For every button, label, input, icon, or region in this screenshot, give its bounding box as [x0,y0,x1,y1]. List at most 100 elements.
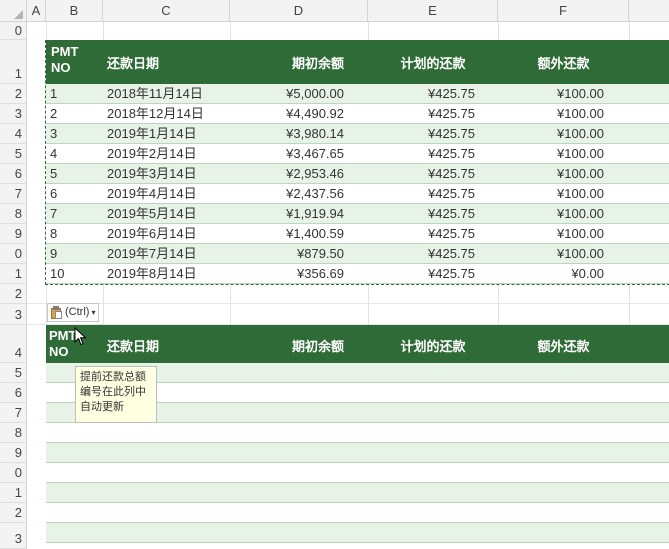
pmt-no-cell[interactable]: 7 [50,204,57,224]
extra-payment-cell[interactable]: ¥100.00 [498,104,604,124]
table-row[interactable] [46,443,669,463]
table-row[interactable]: 10 2019年8月14日 ¥356.69 ¥425.75 ¥0.00 [46,264,669,284]
row-header[interactable]: 9 [0,444,22,462]
row-header[interactable]: 0 [0,245,22,263]
payment-date-cell[interactable]: 2018年12月14日 [107,104,204,124]
column-header-e[interactable]: E [368,0,498,22]
payment-date-cell[interactable]: 2019年8月14日 [107,264,197,284]
pmt-no-cell[interactable]: 10 [50,264,64,284]
table2-header-row[interactable]: PMT NO 还款日期 期初余额 计划的还款 额外还款 [46,325,669,363]
pmt-no-cell[interactable]: 1 [50,84,57,104]
scheduled-payment-cell[interactable]: ¥425.75 [368,144,475,164]
payment-date-cell[interactable]: 2019年4月14日 [107,184,197,204]
row-header[interactable]: 3 [0,105,22,123]
scheduled-payment-cell[interactable]: ¥425.75 [368,104,475,124]
column-header-d[interactable]: D [230,0,368,22]
row-header[interactable]: 4 [0,125,22,143]
payment-date-cell[interactable]: 2019年2月14日 [107,144,197,164]
opening-balance-cell[interactable]: ¥1,400.59 [230,224,344,244]
table-row[interactable]: 2 2018年12月14日 ¥4,490.92 ¥425.75 ¥100.00 [46,104,669,124]
scheduled-payment-cell[interactable]: ¥425.75 [368,264,475,284]
opening-balance-cell[interactable]: ¥3,980.14 [230,124,344,144]
pmt-no-cell[interactable]: 9 [50,244,57,264]
table-row[interactable] [46,503,669,523]
row-header[interactable]: 8 [0,205,22,223]
opening-balance-cell[interactable]: ¥2,437.56 [230,184,344,204]
table-row[interactable] [46,543,669,549]
payment-date-cell[interactable]: 2019年5月14日 [107,204,197,224]
row-header[interactable]: 7 [0,185,22,203]
row-header[interactable]: 5 [0,145,22,163]
row-header[interactable]: 8 [0,424,22,442]
table-row[interactable] [46,423,669,443]
opening-balance-cell[interactable]: ¥1,919.94 [230,204,344,224]
scheduled-payment-cell[interactable]: ¥425.75 [368,184,475,204]
row-header[interactable]: 9 [0,225,22,243]
column-header-f[interactable]: F [498,0,629,22]
extra-payment-cell[interactable]: ¥100.00 [498,244,604,264]
paste-options-button[interactable]: (Ctrl) ▾ [47,303,100,322]
row-header[interactable]: 4 [0,344,22,362]
row-header[interactable]: 2 [0,285,22,303]
select-all-corner[interactable] [0,0,27,22]
payment-date-cell[interactable]: 2019年3月14日 [107,164,197,184]
row-header[interactable]: 0 [0,464,22,482]
table-row[interactable]: 7 2019年5月14日 ¥1,919.94 ¥425.75 ¥100.00 [46,204,669,224]
row-header[interactable]: 3 [0,306,22,324]
table-row[interactable]: 4 2019年2月14日 ¥3,467.65 ¥425.75 ¥100.00 [46,144,669,164]
extra-payment-cell[interactable]: ¥100.00 [498,204,604,224]
extra-payment-cell[interactable]: ¥0.00 [498,264,604,284]
scheduled-payment-cell[interactable]: ¥425.75 [368,244,475,264]
table-row[interactable]: 3 2019年1月14日 ¥3,980.14 ¥425.75 ¥100.00 [46,124,669,144]
payment-date-cell[interactable]: 2019年6月14日 [107,224,197,244]
extra-payment-cell[interactable]: ¥100.00 [498,84,604,104]
extra-payment-cell[interactable]: ¥100.00 [498,164,604,184]
table-row[interactable]: 5 2019年3月14日 ¥2,953.46 ¥425.75 ¥100.00 [46,164,669,184]
opening-balance-cell[interactable]: ¥2,953.46 [230,164,344,184]
opening-balance-cell[interactable]: ¥356.69 [230,264,344,284]
pmt-no-cell[interactable]: 2 [50,104,57,124]
row-header[interactable]: 1 [0,265,22,283]
extra-payment-cell[interactable]: ¥100.00 [498,144,604,164]
table-row[interactable] [46,523,669,543]
payment-date-cell[interactable]: 2019年7月14日 [107,244,197,264]
pmt-no-cell[interactable]: 5 [50,164,57,184]
scheduled-payment-cell[interactable]: ¥425.75 [368,224,475,244]
column-header-b[interactable]: B [46,0,103,22]
table-row[interactable]: 9 2019年7月14日 ¥879.50 ¥425.75 ¥100.00 [46,244,669,264]
table-row[interactable]: 1 2018年11月14日 ¥5,000.00 ¥425.75 ¥100.00 [46,84,669,104]
scheduled-payment-cell[interactable]: ¥425.75 [368,164,475,184]
payment-date-cell[interactable]: 2018年11月14日 [107,84,203,104]
opening-balance-cell[interactable]: ¥4,490.92 [230,104,344,124]
row-header[interactable]: 0 [0,22,22,40]
row-header[interactable]: 6 [0,165,22,183]
scheduled-payment-cell[interactable]: ¥425.75 [368,124,475,144]
table-row[interactable] [46,483,669,503]
table-row[interactable] [46,463,669,483]
row-header[interactable]: 5 [0,364,22,382]
pmt-no-cell[interactable]: 6 [50,184,57,204]
row-header[interactable]: 2 [0,504,22,522]
payment-date-cell[interactable]: 2019年1月14日 [107,124,197,144]
pmt-no-cell[interactable]: 3 [50,124,57,144]
extra-payment-cell[interactable]: ¥100.00 [498,124,604,144]
row-header[interactable]: 2 [0,85,22,103]
opening-balance-cell[interactable]: ¥5,000.00 [230,84,344,104]
table-row[interactable]: 8 2019年6月14日 ¥1,400.59 ¥425.75 ¥100.00 [46,224,669,244]
table-row[interactable]: 6 2019年4月14日 ¥2,437.56 ¥425.75 ¥100.00 [46,184,669,204]
row-header[interactable]: 1 [0,65,22,83]
row-header[interactable]: 6 [0,384,22,402]
extra-payment-cell[interactable]: ¥100.00 [498,224,604,244]
scheduled-payment-cell[interactable]: ¥425.75 [368,204,475,224]
pmt-no-cell[interactable]: 4 [50,144,57,164]
opening-balance-cell[interactable]: ¥3,467.65 [230,144,344,164]
table1-header-row[interactable]: PMT NO 还款日期 期初余额 计划的还款 额外还款 [46,40,669,84]
opening-balance-cell[interactable]: ¥879.50 [230,244,344,264]
extra-payment-cell[interactable]: ¥100.00 [498,184,604,204]
row-header[interactable]: 1 [0,484,22,502]
row-header[interactable]: 7 [0,404,22,422]
scheduled-payment-cell[interactable]: ¥425.75 [368,84,475,104]
column-header-c[interactable]: C [103,0,230,22]
row-header[interactable]: 3 [0,530,22,548]
pmt-no-cell[interactable]: 8 [50,224,57,244]
